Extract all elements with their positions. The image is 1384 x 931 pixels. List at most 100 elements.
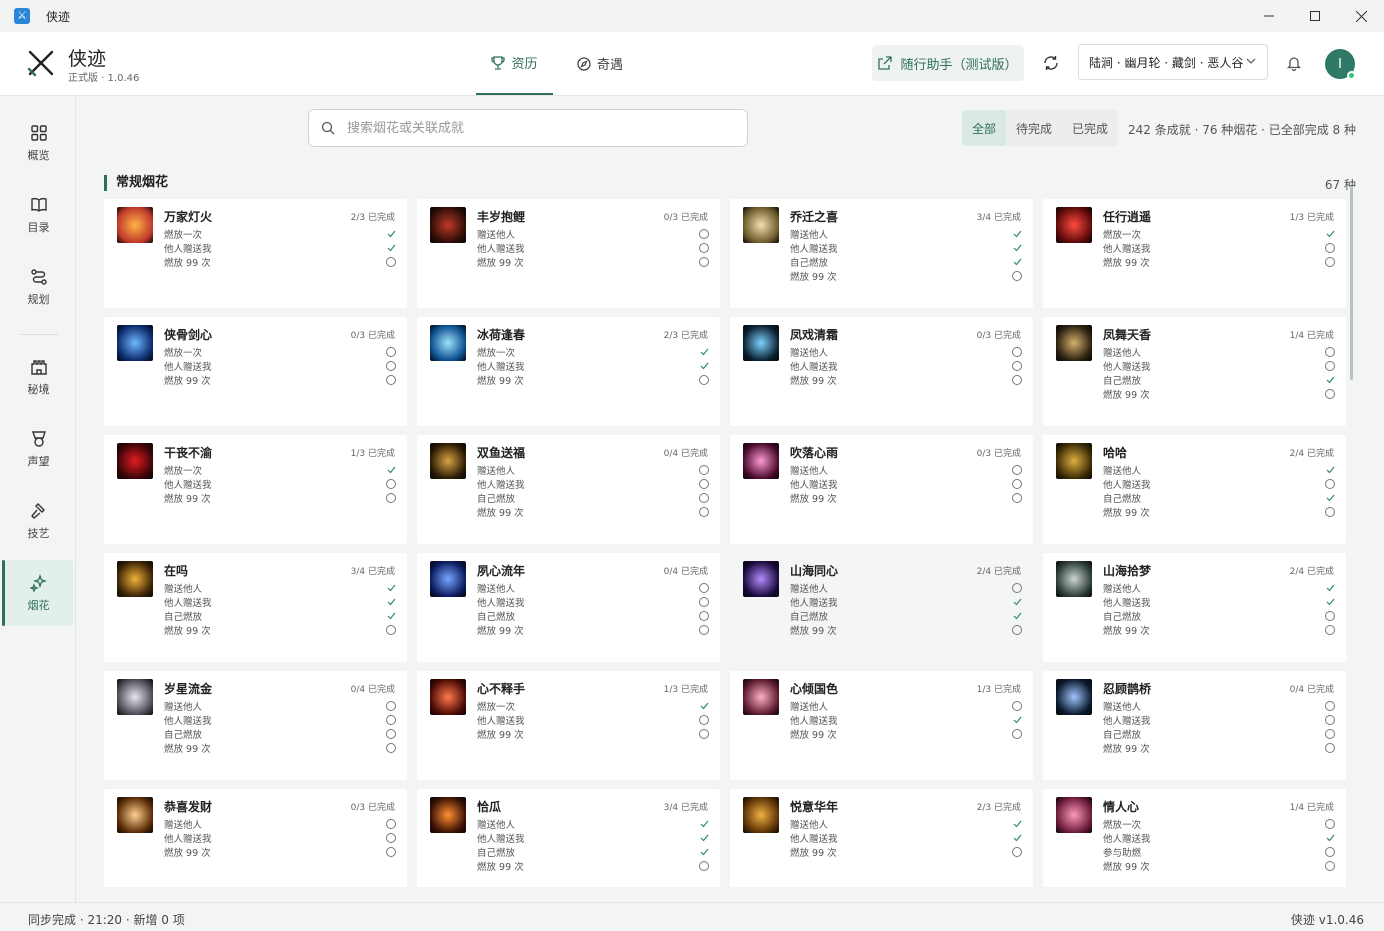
refresh-button[interactable] — [1038, 50, 1064, 76]
achievement-row[interactable]: 赠送他人 — [790, 817, 1022, 831]
filter-all-button[interactable]: 全部 — [962, 110, 1007, 146]
avatar[interactable]: I — [1325, 49, 1356, 80]
achievement-row[interactable]: 燃放 99 次 — [164, 845, 396, 859]
achievement-row[interactable]: 赠送他人 — [1103, 699, 1335, 713]
achievement-row[interactable]: 他人赠送我 — [164, 477, 396, 491]
achievement-row[interactable]: 赠送他人 — [164, 581, 396, 595]
achievement-row[interactable]: 燃放一次 — [477, 699, 709, 713]
assistant-button[interactable]: 随行助手（测试版） — [872, 45, 1024, 81]
firework-card[interactable]: 凤舞天香 1/4 已完成 赠送他人 他人赠送我 自己燃放 燃放 99 次 — [1043, 317, 1346, 426]
achievement-row[interactable]: 他人赠送我 — [164, 713, 396, 727]
achievement-row[interactable]: 燃放一次 — [1103, 227, 1335, 241]
achievement-row[interactable]: 燃放 99 次 — [790, 491, 1022, 505]
achievement-row[interactable]: 他人赠送我 — [1103, 477, 1335, 491]
achievement-row[interactable]: 燃放 99 次 — [164, 741, 396, 755]
achievement-row[interactable]: 燃放 99 次 — [164, 623, 396, 637]
achievement-row[interactable]: 自己燃放 — [1103, 491, 1335, 505]
firework-card[interactable]: 凤戏清霜 0/3 已完成 赠送他人 他人赠送我 燃放 99 次 — [730, 317, 1033, 426]
firework-card[interactable]: 哈哈 2/4 已完成 赠送他人 他人赠送我 自己燃放 燃放 99 次 — [1043, 435, 1346, 544]
achievement-row[interactable]: 他人赠送我 — [1103, 595, 1335, 609]
achievement-row[interactable]: 燃放 99 次 — [477, 623, 709, 637]
firework-card[interactable]: 丰岁抱鲤 0/3 已完成 赠送他人 他人赠送我 燃放 99 次 — [417, 199, 720, 308]
firework-card[interactable]: 任行逍遥 1/3 已完成 燃放一次 他人赠送我 燃放 99 次 — [1043, 199, 1346, 308]
firework-card[interactable]: 侠骨剑心 0/3 已完成 燃放一次 他人赠送我 燃放 99 次 — [104, 317, 407, 426]
sidebar-item-craft[interactable]: 技艺 — [4, 488, 73, 554]
achievement-row[interactable]: 赠送他人 — [477, 463, 709, 477]
achievement-row[interactable]: 他人赠送我 — [477, 595, 709, 609]
tab-adventure[interactable]: 奇遇 — [566, 32, 634, 95]
achievement-row[interactable]: 他人赠送我 — [164, 241, 396, 255]
achievement-row[interactable]: 燃放 99 次 — [1103, 505, 1335, 519]
achievement-row[interactable]: 自己燃放 — [164, 609, 396, 623]
sidebar-item-catalog[interactable]: 目录 — [4, 182, 73, 248]
achievement-row[interactable]: 他人赠送我 — [477, 241, 709, 255]
achievement-row[interactable]: 燃放 99 次 — [477, 505, 709, 519]
firework-card[interactable]: 万家灯火 2/3 已完成 燃放一次 他人赠送我 燃放 99 次 — [104, 199, 407, 308]
achievement-row[interactable]: 燃放一次 — [164, 463, 396, 477]
achievement-row[interactable]: 燃放 99 次 — [790, 373, 1022, 387]
achievement-row[interactable]: 他人赠送我 — [477, 359, 709, 373]
sidebar-item-plan[interactable]: 规划 — [4, 254, 73, 320]
filter-pending-button[interactable]: 待完成 — [1006, 110, 1062, 146]
achievement-row[interactable]: 赠送他人 — [790, 345, 1022, 359]
achievement-row[interactable]: 燃放 99 次 — [1103, 859, 1335, 873]
firework-card[interactable]: 冰荷逢春 2/3 已完成 燃放一次 他人赠送我 燃放 99 次 — [417, 317, 720, 426]
achievement-row[interactable]: 赠送他人 — [1103, 581, 1335, 595]
achievement-row[interactable]: 自己燃放 — [164, 727, 396, 741]
achievement-row[interactable]: 他人赠送我 — [790, 831, 1022, 845]
achievement-row[interactable]: 自己燃放 — [790, 609, 1022, 623]
achievement-row[interactable]: 赠送他人 — [790, 581, 1022, 595]
achievement-row[interactable]: 他人赠送我 — [477, 713, 709, 727]
achievement-row[interactable]: 自己燃放 — [1103, 373, 1335, 387]
achievement-row[interactable]: 燃放 99 次 — [1103, 623, 1335, 637]
achievement-row[interactable]: 自己燃放 — [477, 609, 709, 623]
achievement-row[interactable]: 他人赠送我 — [790, 477, 1022, 491]
achievement-row[interactable]: 赠送他人 — [477, 817, 709, 831]
achievement-row[interactable]: 他人赠送我 — [1103, 713, 1335, 727]
achievement-row[interactable]: 他人赠送我 — [477, 831, 709, 845]
achievement-row[interactable]: 他人赠送我 — [1103, 241, 1335, 255]
firework-card[interactable]: 悦意华年 2/3 已完成 赠送他人 他人赠送我 燃放 99 次 — [730, 789, 1033, 887]
achievement-row[interactable]: 燃放 99 次 — [477, 859, 709, 873]
achievement-row[interactable]: 燃放 99 次 — [1103, 255, 1335, 269]
close-button[interactable] — [1338, 0, 1384, 32]
achievement-row[interactable]: 赠送他人 — [790, 463, 1022, 477]
achievement-row[interactable]: 燃放一次 — [164, 345, 396, 359]
achievement-row[interactable]: 燃放 99 次 — [477, 727, 709, 741]
achievement-row[interactable]: 燃放 99 次 — [164, 255, 396, 269]
achievement-row[interactable]: 赠送他人 — [164, 699, 396, 713]
maximize-button[interactable] — [1292, 0, 1338, 32]
filter-done-button[interactable]: 已完成 — [1062, 110, 1118, 146]
achievement-row[interactable]: 自己燃放 — [1103, 727, 1335, 741]
achievement-row[interactable]: 赠送他人 — [477, 581, 709, 595]
notification-button[interactable] — [1282, 51, 1306, 75]
tab-resume[interactable]: 资历 — [476, 32, 553, 95]
achievement-row[interactable]: 燃放 99 次 — [1103, 387, 1335, 401]
achievement-row[interactable]: 参与助燃 — [1103, 845, 1335, 859]
firework-card[interactable]: 情人心 1/4 已完成 燃放一次 他人赠送我 参与助燃 燃放 99 次 — [1043, 789, 1346, 887]
sidebar-item-overview[interactable]: 概览 — [4, 110, 73, 176]
minimize-button[interactable] — [1246, 0, 1292, 32]
firework-card[interactable]: 吹落心雨 0/3 已完成 赠送他人 他人赠送我 燃放 99 次 — [730, 435, 1033, 544]
firework-card[interactable]: 恭喜发财 0/3 已完成 赠送他人 他人赠送我 燃放 99 次 — [104, 789, 407, 887]
achievement-row[interactable]: 燃放 99 次 — [790, 269, 1022, 283]
achievement-row[interactable]: 燃放 99 次 — [790, 623, 1022, 637]
search-input[interactable] — [347, 120, 727, 136]
achievement-row[interactable]: 燃放 99 次 — [1103, 741, 1335, 755]
achievement-row[interactable]: 他人赠送我 — [790, 359, 1022, 373]
achievement-row[interactable]: 燃放 99 次 — [164, 373, 396, 387]
firework-card[interactable]: 山海同心 2/4 已完成 赠送他人 他人赠送我 自己燃放 燃放 99 次 — [730, 553, 1033, 662]
firework-card[interactable]: 山海拾梦 2/4 已完成 赠送他人 他人赠送我 自己燃放 燃放 99 次 — [1043, 553, 1346, 662]
achievement-row[interactable]: 燃放一次 — [1103, 817, 1335, 831]
achievement-row[interactable]: 燃放一次 — [164, 227, 396, 241]
firework-card[interactable]: 双鱼送福 0/4 已完成 赠送他人 他人赠送我 自己燃放 燃放 99 次 — [417, 435, 720, 544]
achievement-row[interactable]: 燃放 99 次 — [164, 491, 396, 505]
sidebar-item-dungeon[interactable]: 秘境 — [4, 344, 73, 410]
achievement-row[interactable]: 燃放 99 次 — [477, 255, 709, 269]
firework-card[interactable]: 恰瓜 3/4 已完成 赠送他人 他人赠送我 自己燃放 燃放 99 次 — [417, 789, 720, 887]
achievement-row[interactable]: 赠送他人 — [790, 699, 1022, 713]
achievement-row[interactable]: 他人赠送我 — [164, 831, 396, 845]
achievement-row[interactable]: 他人赠送我 — [164, 595, 396, 609]
achievement-row[interactable]: 他人赠送我 — [790, 241, 1022, 255]
firework-card[interactable]: 乔迁之喜 3/4 已完成 赠送他人 他人赠送我 自己燃放 燃放 99 次 — [730, 199, 1033, 308]
